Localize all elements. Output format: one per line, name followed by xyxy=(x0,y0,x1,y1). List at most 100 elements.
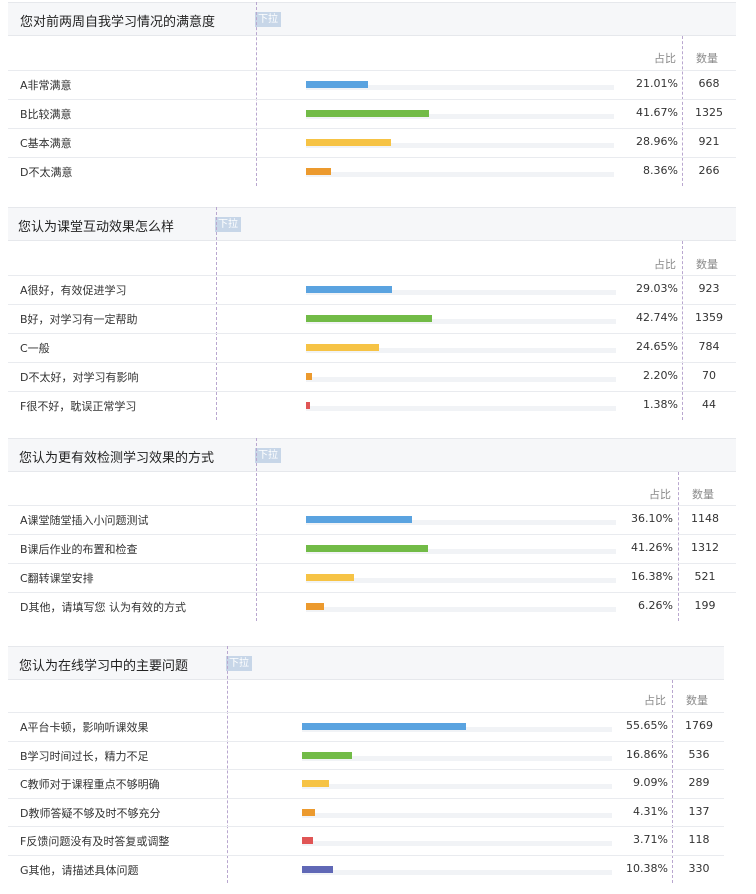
bar-track xyxy=(306,110,614,119)
option-percent: 41.67% xyxy=(636,106,678,119)
percent-column-header: 占比 xyxy=(654,258,676,271)
option-count: 536 xyxy=(688,747,710,761)
dropdown-button[interactable]: 下拉 xyxy=(255,12,281,27)
percent-column-header: 占比 xyxy=(644,694,666,707)
option-percent: 42.74% xyxy=(636,311,678,324)
option-row: A很好，有效促进学习 29.03% 923 xyxy=(8,275,736,304)
question-panel: 您对前两周自我学习情况的满意度 下拉 占比 数量 A非常满意 21.01% 668 B比较满意… xyxy=(8,2,736,186)
percentage-bar xyxy=(302,780,329,787)
option-label: F很不好，耽误正常学习 xyxy=(20,400,137,413)
dropdown-button[interactable]: 下拉 xyxy=(215,217,241,232)
option-label: D不太满意 xyxy=(20,166,73,179)
option-row: C一般 24.65% 784 xyxy=(8,333,736,362)
question-header: 您认为课堂互动效果怎么样 下拉 xyxy=(8,207,736,241)
option-percent: 6.26% xyxy=(638,599,673,612)
option-percent: 16.86% xyxy=(626,747,668,761)
percentage-bar xyxy=(306,344,379,351)
option-label: A平台卡顿，影响听课效果 xyxy=(20,721,149,734)
bar-track xyxy=(306,344,616,353)
dropdown-button[interactable]: 下拉 xyxy=(255,448,281,463)
question-panel: 您认为在线学习中的主要问题 下拉 占比 数量 A平台卡顿，影响听课效果 55.65% 176… xyxy=(8,646,724,883)
percentage-bar xyxy=(302,865,333,873)
bar-track xyxy=(306,603,616,612)
bar-track xyxy=(306,574,616,583)
question-header: 您认为更有效检测学习效果的方式 下拉 xyxy=(8,438,736,472)
dropdown-button[interactable]: 下拉 xyxy=(226,656,252,671)
option-percent: 8.36% xyxy=(643,164,678,177)
option-count: 289 xyxy=(688,776,710,789)
percentage-bar xyxy=(306,402,311,409)
count-column-header: 数量 xyxy=(696,52,718,65)
bar-track xyxy=(302,780,612,789)
option-count: 70 xyxy=(702,369,716,382)
option-percent: 21.01% xyxy=(636,77,678,90)
bar-track xyxy=(302,808,612,818)
count-column-header: 数量 xyxy=(686,694,708,707)
bar-track xyxy=(306,139,614,148)
option-row: D不太满意 8.36% 266 xyxy=(8,157,736,186)
question-panel: 您认为更有效检测学习效果的方式 下拉占比 数量 A课堂随堂插入小问题测试 36.10% 1… xyxy=(8,438,736,621)
option-label: G其他，请描述具体问题 xyxy=(20,863,139,877)
bar-track xyxy=(306,315,616,324)
count-column-header: 数量 xyxy=(692,488,714,501)
bar-track xyxy=(306,373,616,382)
bar-track xyxy=(306,81,614,90)
option-row: D教师答疑不够及时不够充分 4.31% 137 xyxy=(8,797,724,827)
option-label: A很好，有效促进学习 xyxy=(20,284,127,297)
percent-column-header: 占比 xyxy=(649,488,671,501)
option-label: A课堂随堂插入小问题测试 xyxy=(20,514,149,527)
option-count: 137 xyxy=(688,804,710,818)
bar-track xyxy=(302,865,612,875)
question-header: 您对前两周自我学习情况的满意度 下拉 xyxy=(8,2,736,36)
option-label: A非常满意 xyxy=(20,79,72,92)
bar-track xyxy=(306,402,616,411)
percentage-bar xyxy=(306,603,325,610)
option-count: 1148 xyxy=(691,512,719,525)
percentage-bar xyxy=(306,286,392,293)
option-percent: 41.26% xyxy=(631,541,673,554)
percentage-bar xyxy=(306,139,392,146)
bar-track xyxy=(306,516,616,525)
option-row: C教师对于课程重点不够明确 9.09% 289 xyxy=(8,769,724,798)
option-row: D其他，请填写您 认为有效的方式 6.26% 199 xyxy=(8,592,736,621)
option-label: D教师答疑不够及时不够充分 xyxy=(20,806,161,820)
option-percent: 55.65% xyxy=(626,719,668,732)
question-panel: 您认为课堂互动效果怎么样 下拉 占比 数量 A很好，有效促进学习 29.03% 923 B好，… xyxy=(8,207,736,420)
option-row: A平台卡顿，影响听课效果 55.65% 1769 xyxy=(8,712,724,741)
question-header: 您认为在线学习中的主要问题 下拉 xyxy=(8,646,724,680)
percentage-bar xyxy=(306,545,428,552)
percentage-bar xyxy=(302,837,313,844)
option-count: 1325 xyxy=(695,106,723,119)
percentage-bar xyxy=(306,168,331,175)
option-percent: 10.38% xyxy=(626,861,668,875)
option-label: C基本满意 xyxy=(20,137,72,150)
option-label: B比较满意 xyxy=(20,108,72,121)
option-row: B好，对学习有一定帮助 42.74% 1359 xyxy=(8,304,736,333)
option-row: A非常满意 21.01% 668 xyxy=(8,70,736,99)
option-label: D不太好，对学习有影响 xyxy=(20,371,139,384)
percentage-bar xyxy=(306,373,313,380)
option-percent: 4.31% xyxy=(633,804,668,818)
bar-track xyxy=(306,545,616,554)
percentage-bar xyxy=(302,723,467,730)
percentage-bar xyxy=(306,315,433,322)
option-count: 1359 xyxy=(695,311,723,324)
bar-track xyxy=(302,723,612,732)
option-label: F反馈问题没有及时答复或调整 xyxy=(20,835,170,848)
option-label: B好，对学习有一定帮助 xyxy=(20,313,138,326)
percentage-bar xyxy=(302,751,352,759)
option-row: B比较满意 41.67% 1325 xyxy=(8,99,736,128)
option-count: 118 xyxy=(688,833,710,846)
percentage-bar xyxy=(306,110,429,117)
option-row: F反馈问题没有及时答复或调整 3.71% 118 xyxy=(8,826,724,855)
option-percent: 36.10% xyxy=(631,512,673,525)
option-row: C翻转课堂安排 16.38% 521 xyxy=(8,563,736,592)
option-count: 921 xyxy=(698,135,720,148)
bar-track xyxy=(302,751,612,761)
option-row: B课后作业的布置和检查 41.26% 1312 xyxy=(8,534,736,563)
option-percent: 2.20% xyxy=(643,369,678,382)
option-label: B学习时间过长，精力不足 xyxy=(20,749,149,763)
option-label: C教师对于课程重点不够明确 xyxy=(20,778,160,791)
option-label: D其他，请填写您 认为有效的方式 xyxy=(20,601,186,614)
option-percent: 1.38% xyxy=(643,398,678,411)
